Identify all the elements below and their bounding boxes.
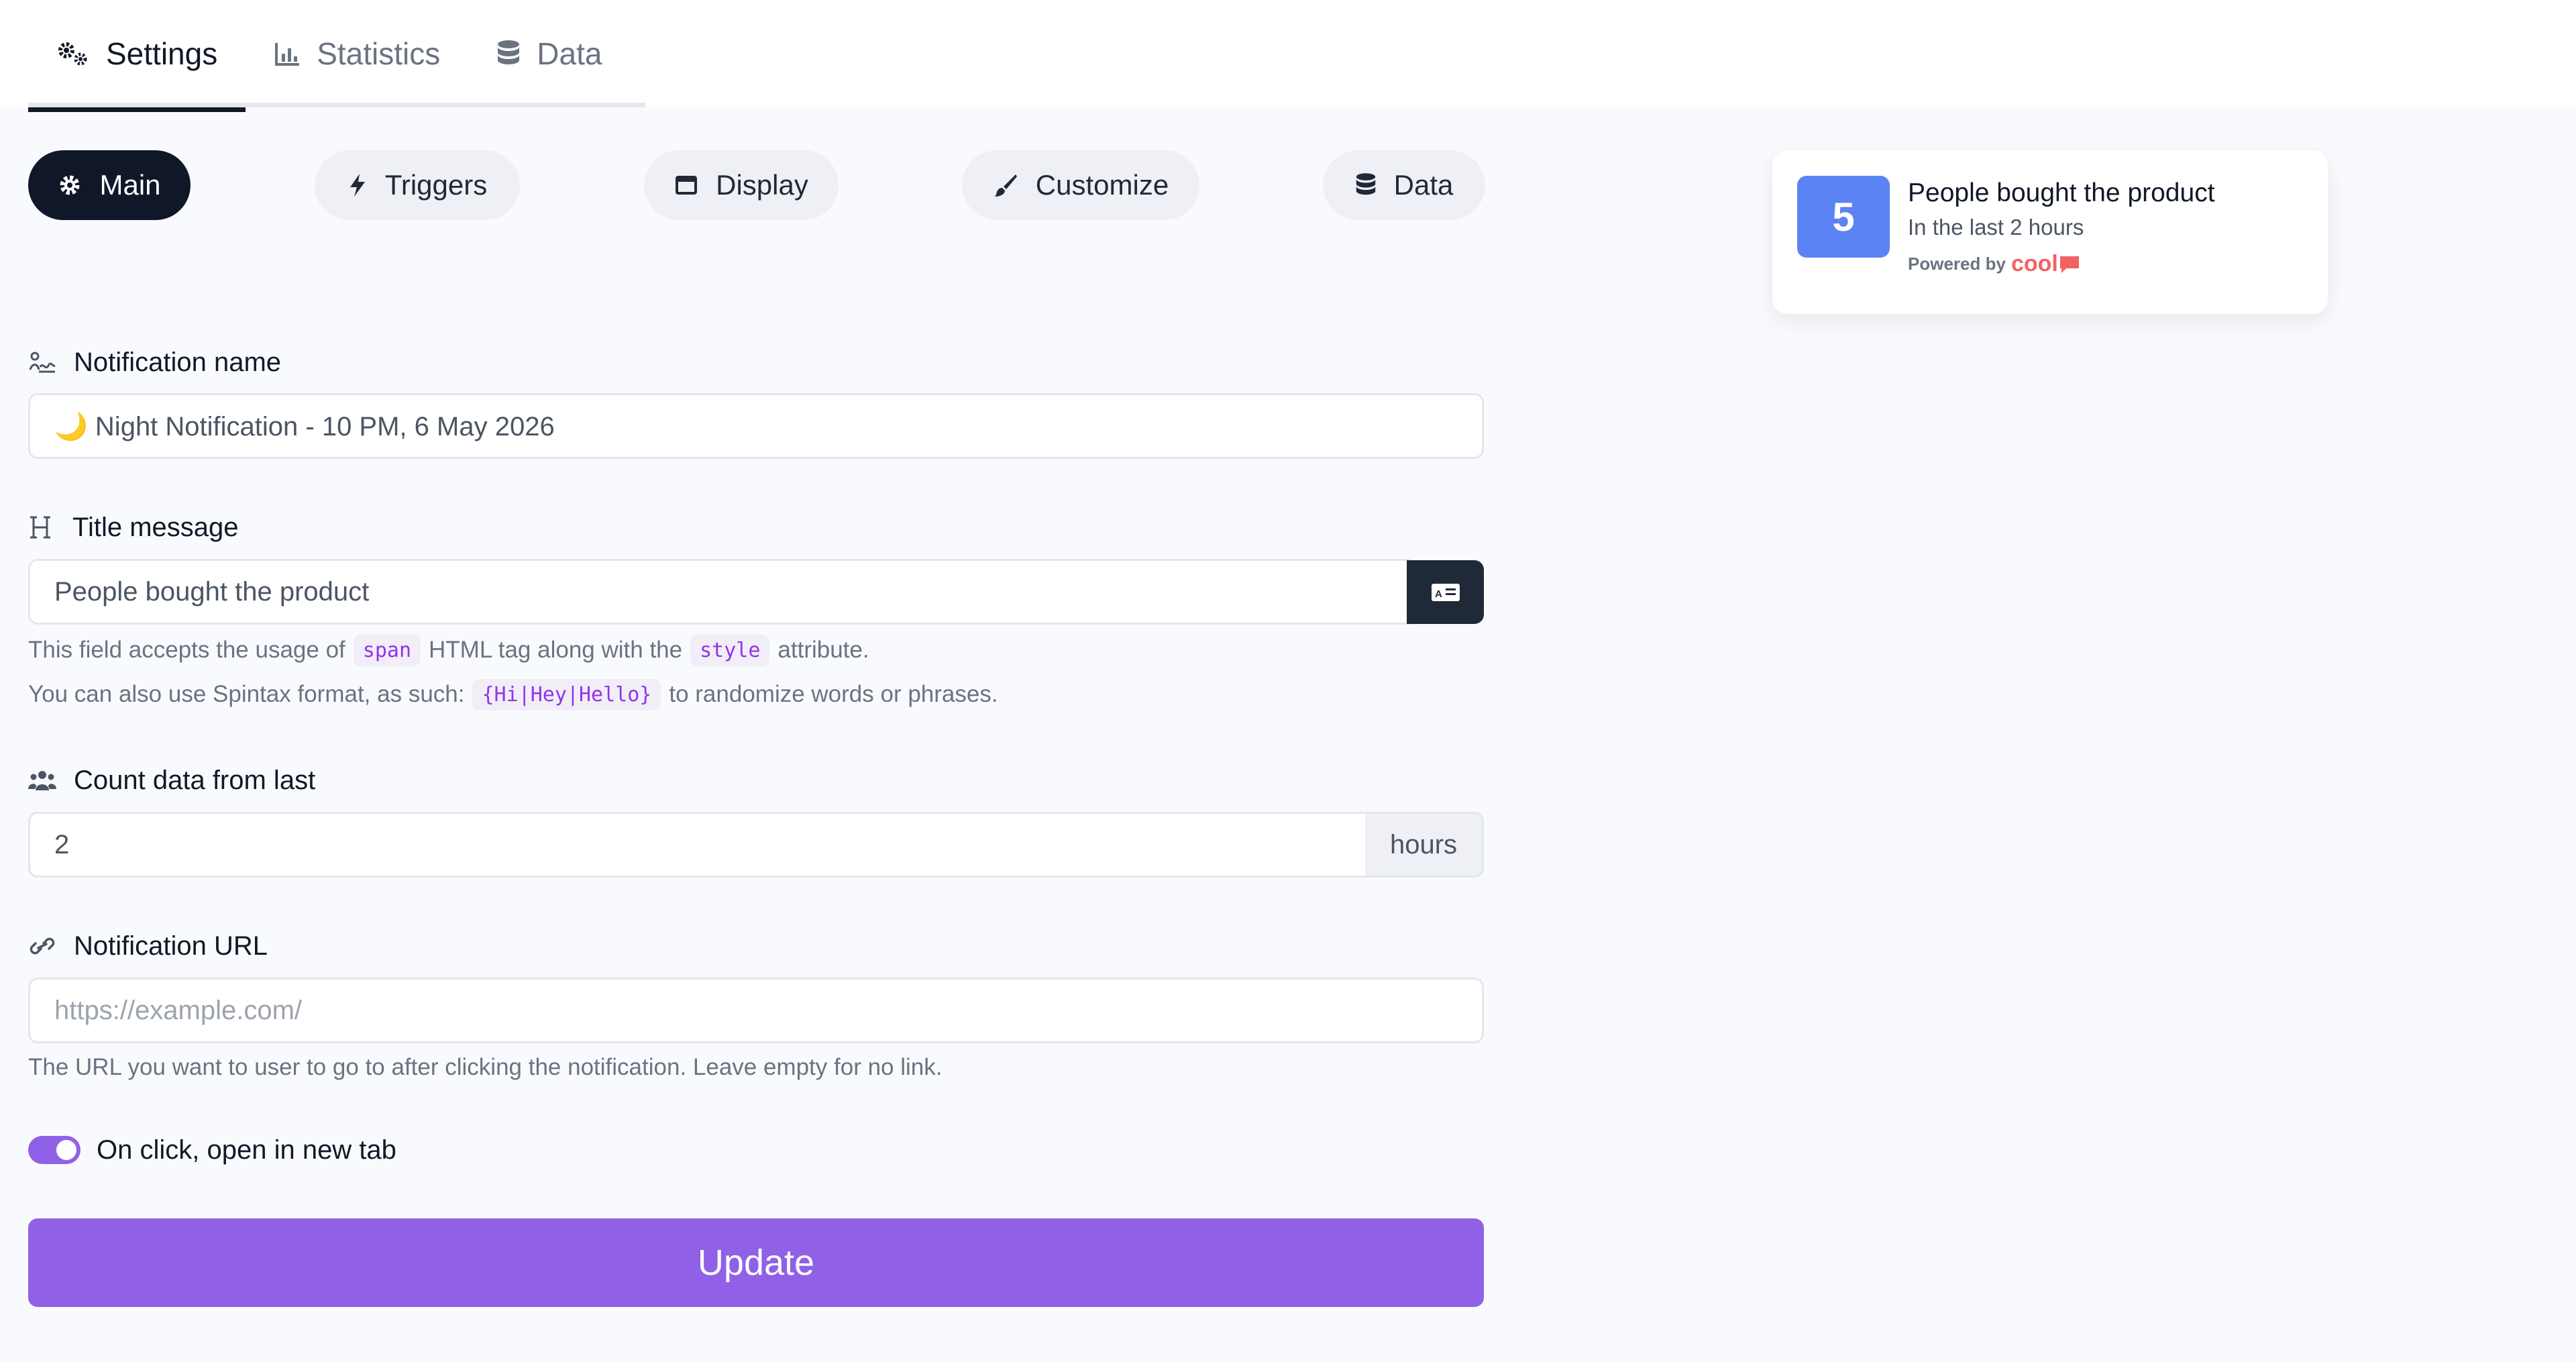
code-span: span [353,634,421,666]
new-tab-toggle-label: On click, open in new tab [97,1135,396,1165]
window-icon [676,176,698,195]
tab-settings-label: Settings [106,36,218,71]
title-help-line-1: This field accepts the usage of span HTM… [28,633,869,667]
title-message-label: Title message [28,507,239,547]
help-text: attribute. [777,637,869,663]
code-spintax: {Hi|Hey|Hello} [472,678,661,711]
title-message-field[interactable] [54,576,1384,607]
brand-logo: cool [2010,251,2058,276]
svg-text:A: A [1435,588,1442,600]
heading-icon [30,516,50,539]
new-tab-toggle[interactable] [28,1136,80,1164]
gear-icon [60,175,80,195]
title-message-input[interactable] [28,559,1410,625]
notification-name-input[interactable] [28,393,1484,459]
url-help-text: The URL you want to user to go to after … [28,1054,943,1080]
tab-data-label: Data [537,36,602,71]
tab-data[interactable]: Data [468,0,630,107]
count-data-label: Count data from last [28,760,315,800]
brush-icon [994,174,1017,197]
notification-preview: 5 People bought the product In the last … [1772,150,2328,314]
help-text: You can also use Spintax format, as such… [28,681,465,707]
hours-suffix: hours [1365,812,1484,878]
section-pills: Main Triggers Display Customize Data [28,150,1485,220]
title-help-line-2: You can also use Spintax format, as such… [28,678,998,711]
preview-count-badge: 5 [1797,176,1890,258]
powered-by-text: Powered by [1908,254,2006,274]
count-data-field[interactable] [54,829,1341,860]
notification-url-label-text: Notification URL [74,931,268,961]
update-button[interactable]: Update [28,1218,1484,1307]
pill-display-label: Display [716,169,808,201]
tab-settings[interactable]: Settings [28,0,246,112]
tab-statistics-label: Statistics [317,36,441,71]
help-text: This field accepts the usage of [28,637,345,663]
preview-powered-by: Powered by cool [1908,251,2081,277]
title-message-label-text: Title message [72,512,239,542]
pill-data[interactable]: Data [1323,150,1485,220]
pill-main-label: Main [99,169,161,201]
chat-bubble-icon [2059,256,2079,273]
notification-url-label: Notification URL [28,926,268,966]
count-data-label-text: Count data from last [74,765,316,795]
main-tabs: Settings Statistics Data [28,0,645,112]
preview-title: People bought the product [1908,178,2215,207]
database-icon [1356,173,1375,195]
new-tab-toggle-row: On click, open in new tab [28,1130,396,1170]
link-icon [30,937,55,955]
pill-main[interactable]: Main [28,150,191,220]
chart-icon [275,43,300,66]
variables-button[interactable]: A [1407,560,1484,624]
notification-url-field[interactable] [54,995,1458,1026]
pill-triggers[interactable]: Triggers [315,150,520,220]
notification-name-label-text: Notification name [74,347,282,377]
help-text: to randomize words or phrases. [669,681,998,707]
database-icon [498,40,520,64]
hours-suffix-text: hours [1389,829,1458,859]
code-style: style [690,634,770,666]
top-bar: Settings Statistics Data [0,0,2576,112]
users-icon [28,771,56,790]
signature-icon [29,352,56,373]
tab-statistics[interactable]: Statistics [246,0,468,107]
preview-subtitle: In the last 2 hours [1908,215,2084,240]
pill-display[interactable]: Display [644,150,839,220]
pill-customize-label: Customize [1035,169,1169,201]
help-text: HTML tag along with the [429,637,683,663]
url-help: The URL you want to user to go to after … [28,1051,942,1084]
notification-url-input[interactable] [28,978,1484,1043]
notification-name-field[interactable] [54,411,1458,441]
bolt-icon [350,174,365,197]
id-card-icon: A [1431,583,1460,601]
pill-data-label: Data [1393,169,1454,201]
pill-triggers-label: Triggers [384,169,488,201]
count-data-input[interactable] [28,812,1367,878]
notification-name-label: Notification name [28,342,281,382]
gears-icon [58,42,87,66]
pill-customize[interactable]: Customize [962,150,1199,220]
